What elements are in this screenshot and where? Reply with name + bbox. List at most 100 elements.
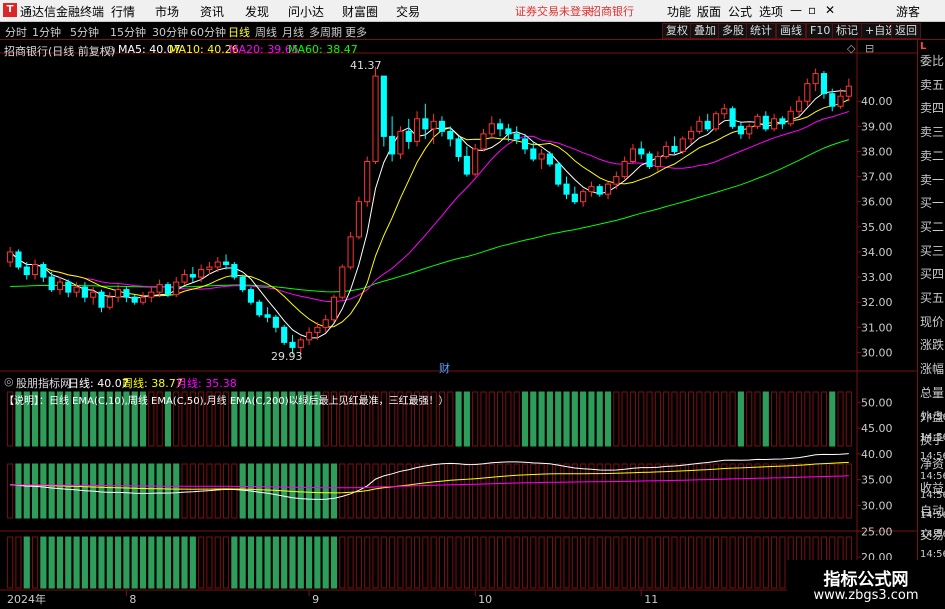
candle-body[interactable]	[173, 281, 180, 296]
adjust-button[interactable]: 复权	[662, 23, 692, 39]
candle-body[interactable]	[687, 130, 695, 140]
tab-weekly[interactable]: 周线	[255, 24, 277, 40]
candle-body[interactable]	[56, 281, 64, 291]
candle-body[interactable]	[837, 95, 844, 107]
menu-item-markets[interactable]: 市场	[155, 3, 179, 20]
indicator-icon[interactable]: ◎	[4, 375, 14, 388]
candle-body[interactable]	[281, 326, 288, 343]
restore-icon[interactable]: ▫	[808, 3, 816, 17]
candle-body[interactable]	[330, 296, 338, 321]
candle-body[interactable]	[497, 123, 504, 130]
candle-body[interactable]	[463, 155, 470, 175]
candle-body[interactable]	[372, 75, 379, 163]
tab-5min[interactable]: 5分钟	[70, 24, 99, 40]
back-button[interactable]: 返回	[891, 23, 921, 39]
candle-body[interactable]	[646, 153, 653, 168]
candle-body[interactable]	[347, 236, 354, 268]
minimize-icon[interactable]: —	[790, 3, 802, 17]
menu-item-discover[interactable]: 发现	[245, 3, 269, 20]
collapse-icon[interactable]: ⊟	[865, 42, 874, 55]
candle-body[interactable]	[472, 148, 479, 175]
candle-body[interactable]	[580, 191, 587, 203]
candle-body[interactable]	[787, 110, 794, 125]
candle-body[interactable]	[413, 118, 421, 142]
candle-body[interactable]	[380, 75, 387, 137]
tab-monthly[interactable]: 月线	[282, 24, 304, 40]
candle-body[interactable]	[239, 276, 246, 291]
candle-body[interactable]	[663, 145, 670, 157]
candle-body[interactable]	[397, 130, 404, 155]
candle-body[interactable]	[306, 331, 313, 341]
candle-body[interactable]	[131, 296, 138, 303]
candle-body[interactable]	[106, 296, 113, 308]
tab-1min[interactable]: 1分钟	[32, 24, 61, 40]
tab-15min[interactable]: 15分钟	[110, 24, 146, 40]
candle-body[interactable]	[555, 163, 562, 185]
candle-body[interactable]	[247, 289, 255, 303]
f10-button[interactable]: F10	[806, 23, 835, 39]
draw-line-button[interactable]: 画线	[776, 23, 806, 39]
candle-body[interactable]	[621, 161, 628, 178]
candle-body[interactable]	[638, 148, 645, 155]
menu-item-news[interactable]: 资讯	[200, 3, 224, 20]
mark-button[interactable]: 标记	[832, 23, 862, 39]
candle-body[interactable]	[198, 269, 205, 278]
candle-body[interactable]	[98, 291, 105, 308]
menu-item-function[interactable]: 功能	[667, 3, 691, 20]
candle-body[interactable]	[455, 138, 462, 157]
candle-body[interactable]	[364, 161, 371, 203]
candle-body[interactable]	[712, 113, 720, 130]
candle-body[interactable]	[845, 85, 852, 97]
candle-body[interactable]	[762, 115, 769, 130]
candle-body[interactable]	[447, 130, 454, 140]
diamond-icon[interactable]: ◇	[847, 42, 855, 55]
candle-body[interactable]	[771, 118, 778, 130]
statistics-button[interactable]: 统计	[746, 23, 776, 39]
close-icon[interactable]: ✕	[825, 3, 835, 17]
candle-body[interactable]	[389, 135, 396, 155]
multi-stock-button[interactable]: 多股	[718, 23, 748, 39]
candle-body[interactable]	[48, 276, 55, 291]
candle-body[interactable]	[31, 264, 39, 276]
candle-body[interactable]	[40, 264, 47, 278]
candle-body[interactable]	[231, 264, 238, 278]
candle-body[interactable]	[671, 145, 678, 152]
candle-body[interactable]	[546, 153, 553, 165]
candle-body[interactable]	[272, 316, 279, 328]
candle-body[interactable]	[314, 326, 321, 333]
tab-intraday[interactable]: 分时	[5, 24, 27, 40]
kline-chart[interactable]: 40.00 39.00 38.00 37.00 36.00 35.00 34.00 33.00…	[0, 40, 917, 609]
candle-body[interactable]	[297, 339, 304, 348]
menu-item-trade[interactable]: 交易	[396, 3, 420, 20]
menu-item-formula[interactable]: 公式	[728, 3, 752, 20]
candle-body[interactable]	[206, 266, 213, 271]
candle-body[interactable]	[488, 123, 495, 135]
candle-body[interactable]	[65, 281, 72, 293]
candle-body[interactable]	[256, 301, 263, 316]
menu-item-options[interactable]: 选项	[759, 3, 783, 20]
candle-body[interactable]	[222, 261, 230, 266]
candle-body[interactable]	[571, 193, 578, 203]
candle-body[interactable]	[721, 108, 728, 115]
candle-body[interactable]	[505, 128, 512, 135]
candle-body[interactable]	[604, 183, 612, 195]
candle-body[interactable]	[148, 291, 155, 298]
candle-body[interactable]	[156, 284, 163, 293]
candle-body[interactable]	[538, 153, 545, 160]
candle-body[interactable]	[81, 286, 88, 298]
candle-body[interactable]	[704, 120, 711, 130]
candle-body[interactable]	[629, 148, 637, 163]
candle-body[interactable]	[812, 73, 819, 85]
candle-body[interactable]	[804, 83, 811, 102]
alert-bank[interactable]: 招商银行	[590, 3, 634, 19]
candle-body[interactable]	[15, 251, 22, 268]
candle-body[interactable]	[73, 286, 80, 293]
candle-body[interactable]	[729, 108, 736, 127]
candle-body[interactable]	[596, 186, 603, 195]
candle-body[interactable]	[820, 73, 828, 95]
candle-body[interactable]	[679, 138, 686, 152]
candle-body[interactable]	[438, 120, 446, 132]
candle-body[interactable]	[779, 118, 786, 125]
menu-item-wealth[interactable]: 财富圈	[342, 3, 378, 20]
candle-body[interactable]	[339, 266, 346, 298]
